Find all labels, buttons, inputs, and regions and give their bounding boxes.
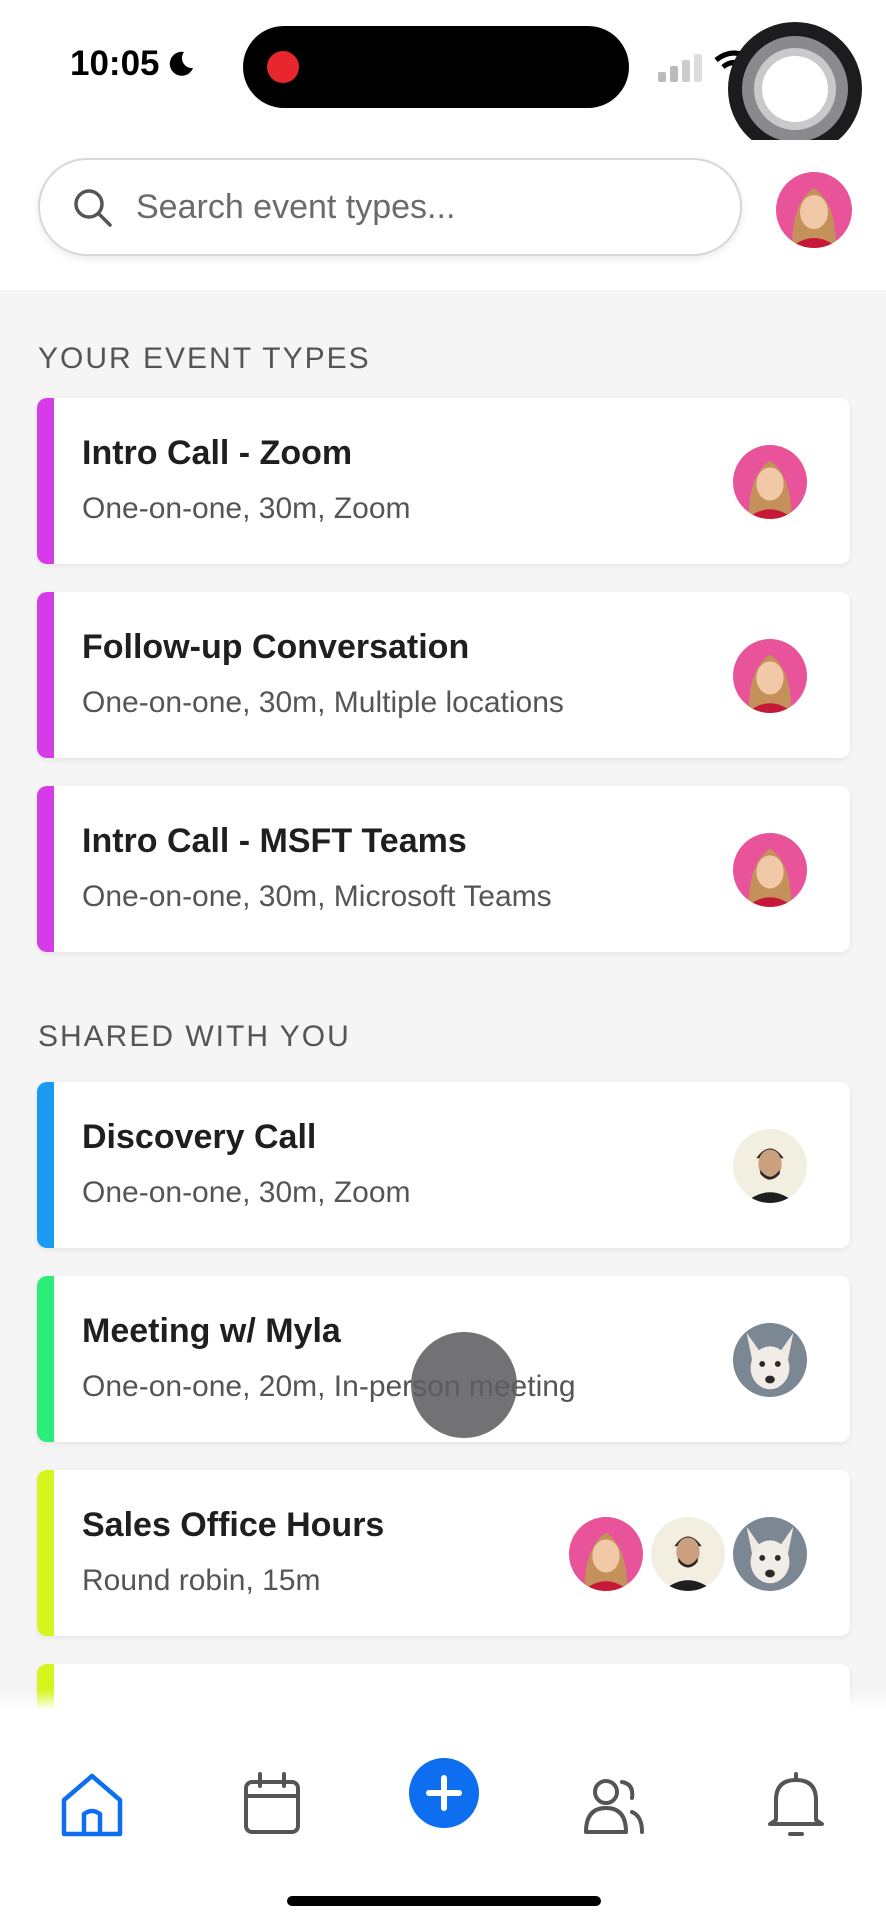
add-button[interactable] (409, 1758, 479, 1828)
event-subtitle: One-on-one, 30m, Microsoft Teams (82, 880, 552, 913)
color-stripe (37, 1470, 54, 1636)
bell-icon[interactable] (756, 1764, 836, 1844)
host-avatar (733, 1323, 807, 1397)
home-icon[interactable] (52, 1764, 132, 1844)
signal-icon (658, 54, 702, 82)
color-stripe (37, 592, 54, 758)
color-stripe (37, 1276, 54, 1442)
home-indicator (287, 1896, 601, 1906)
search-bar[interactable] (38, 158, 742, 256)
host-avatar (651, 1517, 725, 1591)
event-title: Follow-up Conversation (82, 628, 470, 666)
moon-icon (169, 51, 193, 76)
assistive-touch-button[interactable] (728, 22, 862, 156)
color-stripe (37, 1082, 54, 1248)
host-avatar (569, 1517, 643, 1591)
status-time: 10:05 (70, 44, 196, 84)
people-icon[interactable] (574, 1764, 654, 1844)
scroll-fade (0, 1690, 886, 1710)
user-avatar[interactable] (776, 172, 852, 248)
event-card-follow-up-conversation[interactable]: Follow-up Conversation One-on-one, 30m, … (37, 592, 850, 758)
event-subtitle: One-on-one, 30m, Multiple locations (82, 686, 564, 719)
recording-dot-icon (267, 51, 299, 83)
host-avatar (733, 833, 807, 907)
event-subtitle: One-on-one, 30m, Zoom (82, 1176, 411, 1209)
event-subtitle: One-on-one, 30m, Zoom (82, 492, 411, 525)
event-title: Meeting w/ Myla (82, 1312, 341, 1350)
add-icon (426, 1775, 462, 1811)
touch-indicator (411, 1332, 517, 1438)
event-card-intro-call-msft-teams[interactable]: Intro Call - MSFT Teams One-on-one, 30m,… (37, 786, 850, 952)
event-subtitle: Round robin, 15m (82, 1564, 321, 1597)
tab-bar (0, 1710, 886, 1920)
event-title: Intro Call - MSFT Teams (82, 822, 467, 860)
color-stripe (37, 398, 54, 564)
event-card-discovery-call[interactable]: Discovery Call One-on-one, 30m, Zoom (37, 1082, 850, 1248)
host-avatar (733, 1129, 807, 1203)
time-text: 10:05 (70, 44, 160, 83)
search-input[interactable] (136, 187, 696, 227)
search-icon (74, 189, 112, 227)
status-bar: 10:05 (0, 0, 886, 156)
header (0, 140, 886, 290)
calendar-icon[interactable] (232, 1764, 312, 1844)
event-title: Intro Call - Zoom (82, 434, 353, 472)
event-title: Discovery Call (82, 1118, 317, 1156)
host-avatar (733, 1517, 807, 1591)
section-title-your-event-types: YOUR EVENT TYPES (38, 342, 371, 375)
section-title-shared-with-you: SHARED WITH YOU (38, 1020, 351, 1053)
host-avatar (733, 639, 807, 713)
event-title: Sales Office Hours (82, 1506, 385, 1544)
dynamic-island (243, 26, 629, 108)
event-card-sales-office-hours[interactable]: Sales Office Hours Round robin, 15m (37, 1470, 850, 1636)
color-stripe (37, 786, 54, 952)
event-card-intro-call-zoom[interactable]: Intro Call - Zoom One-on-one, 30m, Zoom (37, 398, 850, 564)
host-avatar (733, 445, 807, 519)
